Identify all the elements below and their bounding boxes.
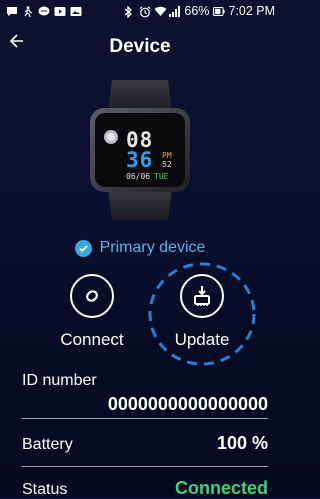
alarm-icon <box>139 6 151 17</box>
watch-ampm: PM <box>162 151 172 160</box>
signal-icon <box>169 5 181 17</box>
app-bar: Device <box>0 26 280 66</box>
battery-label: Battery <box>22 436 73 453</box>
update-label: Update <box>174 330 230 349</box>
wifi-icon <box>154 6 167 17</box>
page-title: Device <box>109 36 171 57</box>
connect-label: Connect <box>60 330 124 349</box>
battery-percent: 66% <box>184 4 210 18</box>
update-button[interactable]: Update <box>148 262 256 366</box>
walking-icon <box>22 5 33 17</box>
message-icon <box>6 6 17 17</box>
watch-date: 06/06 <box>126 172 151 181</box>
chat-icon <box>38 6 50 17</box>
battery-value: 100 % <box>216 433 268 453</box>
watch-weekday: TUE <box>154 172 169 181</box>
watch-minute: 36 <box>126 148 154 172</box>
status-bar: 66% 7:02 PM <box>0 0 280 22</box>
bluetooth-icon <box>124 4 135 19</box>
divider <box>22 418 268 419</box>
primary-device-indicator: Primary device <box>0 236 280 260</box>
video-icon <box>54 6 66 17</box>
divider <box>22 466 268 467</box>
clock-time: 7:02 PM <box>228 4 275 18</box>
primary-device-label: Primary device <box>99 239 206 256</box>
gallery-icon <box>70 6 82 17</box>
watch-seconds: 52 <box>162 160 172 169</box>
connect-button[interactable]: Connect <box>42 270 142 360</box>
check-icon <box>74 239 92 257</box>
id-number-value: 0000000000000000 <box>107 394 268 414</box>
battery-icon <box>213 6 226 17</box>
status-value: Connected <box>174 478 268 498</box>
watch-image: 08 36 PM 52 06/06 TUE <box>80 80 200 220</box>
firmware-update-icon <box>180 274 224 318</box>
id-number-label: ID number <box>22 372 97 389</box>
link-icon <box>70 274 114 318</box>
status-label: Status <box>22 481 68 498</box>
